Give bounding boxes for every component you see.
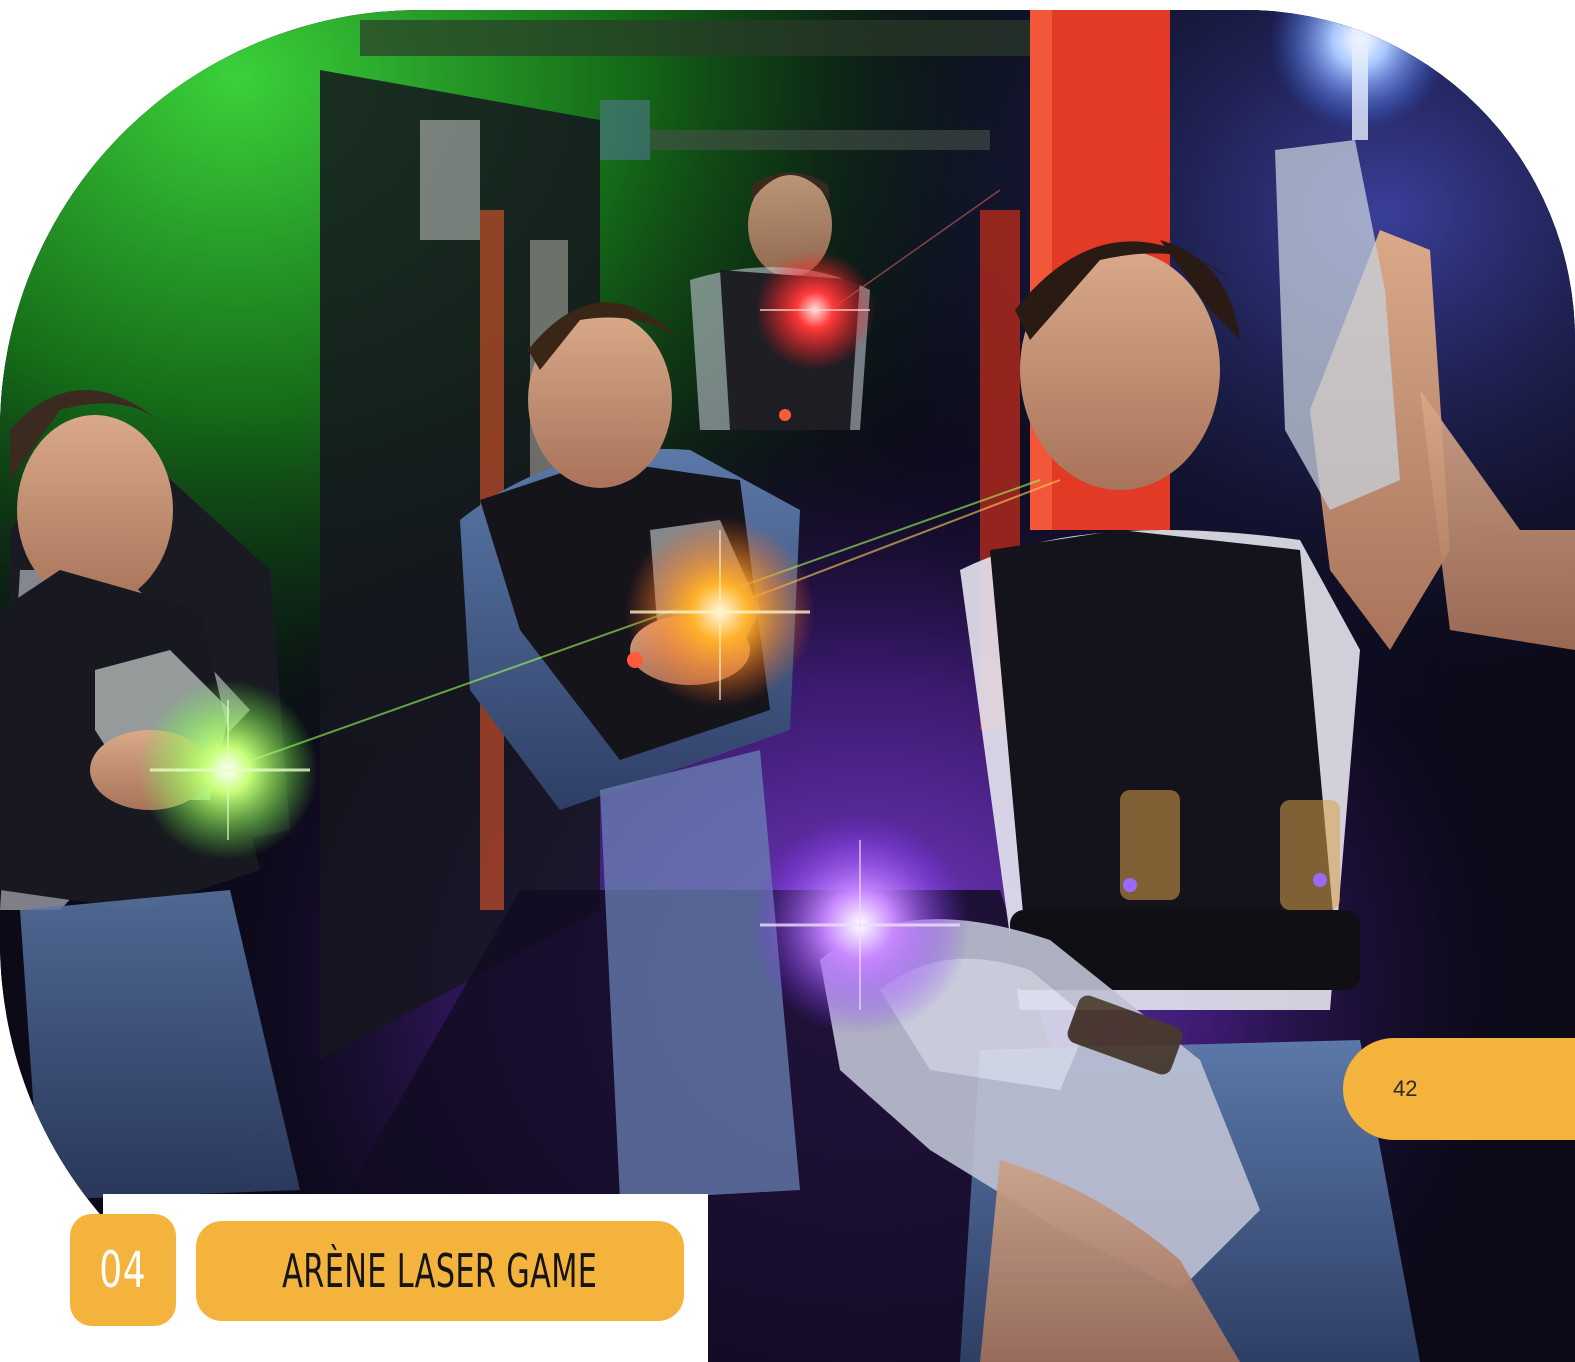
page-number: 42 — [1393, 1076, 1418, 1101]
section-title: ARÈNE LASER GAME — [282, 1244, 598, 1298]
chapter-number-badge: 04 — [70, 1214, 176, 1326]
laser-game-photo — [0, 10, 1575, 1362]
section-title-pill: ARÈNE LASER GAME — [196, 1221, 684, 1321]
page-number-tab: 42 — [1343, 1038, 1575, 1140]
chapter-number: 04 — [99, 1241, 147, 1299]
laser-game-illustration — [0, 10, 1575, 1362]
